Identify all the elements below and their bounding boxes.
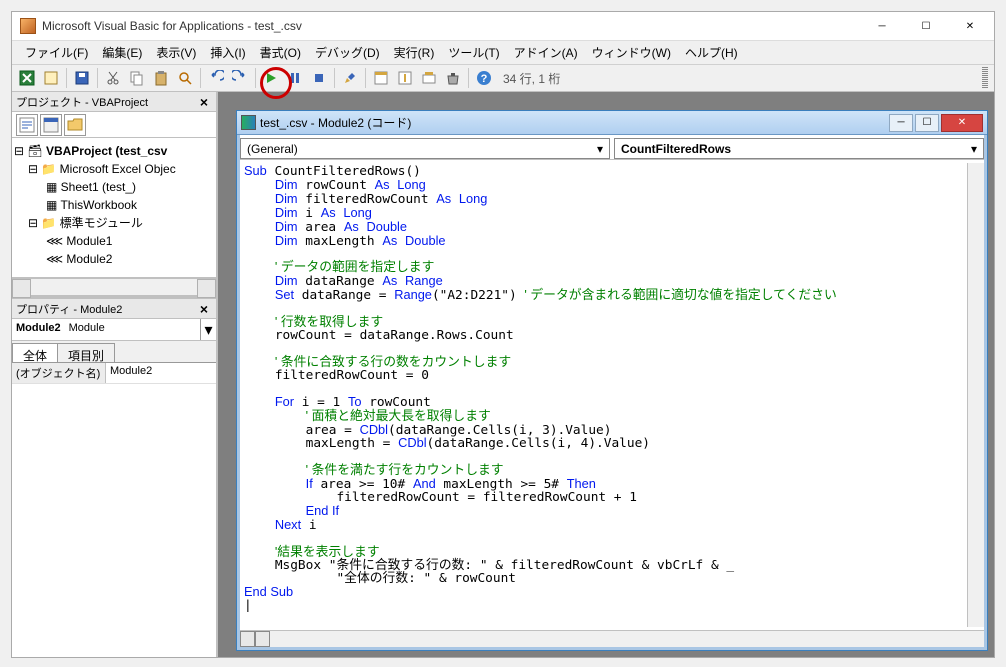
toolbar: ? 34 行, 1 桁 (12, 64, 994, 92)
tree-root[interactable]: VBAProject (test_csv (46, 144, 167, 158)
menu-file[interactable]: ファイル(F) (18, 41, 95, 64)
properties-panel-title: プロパティ - Module2 (16, 301, 122, 317)
run-icon[interactable] (260, 67, 282, 89)
prop-tab-categorized[interactable]: 項目別 (57, 343, 115, 362)
module-icon (241, 115, 256, 130)
menu-view[interactable]: 表示(V) (149, 41, 203, 64)
project-panel-title: プロジェクト - VBAProject (16, 94, 148, 110)
excel-icon[interactable] (16, 67, 38, 89)
view-code-icon[interactable] (16, 114, 38, 136)
tree-thisworkbook[interactable]: ThisWorkbook (60, 198, 136, 212)
code-close-button[interactable]: ✕ (941, 114, 983, 132)
procedure-dropdown-value: CountFilteredRows (621, 142, 731, 156)
object-dropdown-value: (General) (247, 142, 298, 156)
procedure-dropdown[interactable]: CountFilteredRows ▾ (614, 138, 984, 159)
stop-icon[interactable] (308, 67, 330, 89)
close-button[interactable]: ✕ (948, 12, 992, 40)
toolbox-icon[interactable] (442, 67, 464, 89)
tree-modules-folder[interactable]: 標準モジュール (60, 216, 143, 230)
prop-row-name-label: (オブジェクト名) (12, 363, 106, 383)
design-mode-icon[interactable] (339, 67, 361, 89)
app-icon (20, 18, 36, 34)
titlebar: Microsoft Visual Basic for Applications … (12, 12, 994, 40)
prop-object-name: Module2 (12, 319, 65, 340)
menu-addins[interactable]: アドイン(A) (507, 41, 585, 64)
chevron-down-icon[interactable]: ▾ (200, 319, 216, 340)
code-vscroll[interactable] (967, 163, 984, 627)
menu-debug[interactable]: デバッグ(D) (308, 41, 387, 64)
menu-edit[interactable]: 編集(E) (95, 41, 149, 64)
window-title: Microsoft Visual Basic for Applications … (42, 19, 860, 33)
cut-icon[interactable] (102, 67, 124, 89)
toolbar-drag-handle[interactable] (982, 67, 988, 89)
prop-tab-all[interactable]: 全体 (12, 343, 58, 362)
prop-row-name-value[interactable]: Module2 (106, 363, 216, 383)
menu-help[interactable]: ヘルプ(H) (678, 41, 745, 64)
properties-grid[interactable]: (オブジェクト名) Module2 (12, 363, 216, 657)
code-maximize-button[interactable]: ☐ (915, 114, 939, 132)
menu-tools[interactable]: ツール(T) (441, 41, 506, 64)
project-panel-close-icon[interactable]: × (196, 94, 212, 110)
view-object-icon[interactable] (40, 114, 62, 136)
properties-panel-header: プロパティ - Module2 × (12, 299, 216, 319)
chevron-down-icon: ▾ (971, 142, 977, 156)
copy-icon[interactable] (126, 67, 148, 89)
menu-format[interactable]: 書式(O) (253, 41, 308, 64)
project-hscroll[interactable] (12, 278, 216, 295)
code-hscroll[interactable] (240, 630, 984, 647)
code-minimize-button[interactable]: ─ (889, 114, 913, 132)
code-window: test_.csv - Module2 (コード) ─ ☐ ✕ (General… (236, 110, 988, 651)
undo-icon[interactable] (205, 67, 227, 89)
redo-icon[interactable] (229, 67, 251, 89)
full-module-view-icon[interactable] (255, 631, 270, 647)
menu-run[interactable]: 実行(R) (387, 41, 442, 64)
menu-insert[interactable]: 挿入(I) (203, 41, 252, 64)
menubar: ファイル(F) 編集(E) 表示(V) 挿入(I) 書式(O) デバッグ(D) … (12, 40, 994, 64)
tree-sheet1[interactable]: Sheet1 (test_) (61, 180, 136, 194)
break-icon[interactable] (284, 67, 306, 89)
properties-panel-close-icon[interactable]: × (196, 301, 212, 317)
project-tree[interactable]: ⊟ 🗃 VBAProject (test_csv ⊟ 📁 Microsoft E… (12, 138, 216, 278)
tree-excel-objects-folder[interactable]: Microsoft Excel Objec (60, 162, 176, 176)
paste-icon[interactable] (150, 67, 172, 89)
tree-module1[interactable]: Module1 (66, 234, 112, 248)
object-dropdown[interactable]: (General) ▾ (240, 138, 610, 159)
properties-object-select[interactable]: Module2 Module ▾ (12, 319, 216, 341)
chevron-down-icon: ▾ (597, 142, 603, 156)
svg-text:?: ? (481, 73, 488, 85)
minimize-button[interactable]: ─ (860, 12, 904, 40)
maximize-button[interactable]: ☐ (904, 12, 948, 40)
project-panel-header: プロジェクト - VBAProject × (12, 92, 216, 112)
project-explorer-icon[interactable] (370, 67, 392, 89)
save-icon[interactable] (71, 67, 93, 89)
help-icon[interactable]: ? (473, 67, 495, 89)
procedure-view-icon[interactable] (240, 631, 255, 647)
code-window-titlebar[interactable]: test_.csv - Module2 (コード) ─ ☐ ✕ (237, 111, 987, 135)
prop-object-type: Module (65, 319, 200, 340)
object-browser-icon[interactable] (418, 67, 440, 89)
tree-module2[interactable]: Module2 (66, 252, 112, 266)
menu-window[interactable]: ウィンドウ(W) (585, 41, 678, 64)
properties-icon[interactable] (394, 67, 416, 89)
cursor-position: 34 行, 1 桁 (503, 70, 560, 87)
code-editor[interactable]: Sub CountFilteredRows() Dim rowCount As … (240, 163, 967, 627)
insert-userform-icon[interactable] (40, 67, 62, 89)
code-window-title: test_.csv - Module2 (コード) (260, 114, 411, 131)
find-icon[interactable] (174, 67, 196, 89)
folder-icon[interactable] (64, 114, 86, 136)
